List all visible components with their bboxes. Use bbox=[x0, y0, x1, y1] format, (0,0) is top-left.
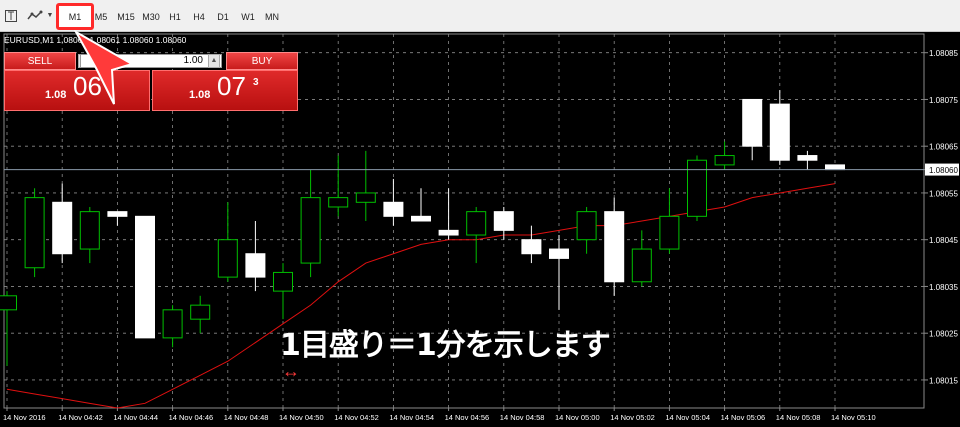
buy-button[interactable]: BUY bbox=[226, 52, 298, 70]
x-tick-label: 14 Nov 2016 bbox=[3, 413, 46, 422]
x-tick-label: 14 Nov 04:56 bbox=[445, 413, 490, 422]
candle-body bbox=[659, 215, 680, 250]
callout-pointer bbox=[74, 30, 134, 105]
candle-body bbox=[493, 211, 514, 231]
annotation-text: 1目盛り＝1分を示します bbox=[280, 328, 611, 363]
chart-toolbar: ▼ M1 M5 M15 M30 H1 H4 D1 W1 MN bbox=[0, 0, 960, 32]
candle-body bbox=[162, 309, 183, 339]
volume-up-icon[interactable]: ▲ bbox=[208, 54, 220, 68]
y-tick-label: 1.08075 bbox=[929, 96, 958, 105]
timeframe-m15[interactable]: M15 bbox=[114, 8, 138, 26]
y-tick-label: 1.08045 bbox=[929, 236, 958, 245]
candle-body bbox=[631, 248, 652, 283]
candle-body bbox=[521, 239, 542, 255]
candle-body bbox=[245, 253, 266, 278]
x-tick-label: 14 Nov 04:46 bbox=[169, 413, 214, 422]
y-tick-label: 1.08055 bbox=[929, 189, 958, 198]
candle-body bbox=[687, 159, 707, 217]
candle-body bbox=[576, 211, 597, 241]
indicators-icon[interactable] bbox=[27, 9, 45, 23]
candle-body bbox=[52, 201, 73, 255]
timeframe-m30[interactable]: M30 bbox=[139, 8, 163, 26]
x-tick-label: 14 Nov 04:50 bbox=[279, 413, 324, 422]
candle-body bbox=[24, 197, 45, 269]
y-tick-label: 1.08025 bbox=[929, 330, 958, 339]
buy-price-prefix: 1.08 bbox=[189, 89, 211, 101]
timeframe-mn[interactable]: MN bbox=[261, 8, 283, 26]
candle-body bbox=[466, 211, 487, 236]
x-tick-label: 14 Nov 04:48 bbox=[224, 413, 269, 422]
candle-body bbox=[300, 197, 321, 264]
x-tick-label: 14 Nov 05:04 bbox=[665, 413, 710, 422]
candle-body bbox=[107, 211, 128, 217]
candle-body bbox=[549, 248, 569, 259]
candle-body bbox=[742, 98, 763, 147]
timeframe-m5[interactable]: M5 bbox=[92, 8, 110, 26]
candle-body bbox=[0, 295, 17, 311]
candle-body bbox=[217, 239, 238, 278]
candle-body bbox=[438, 229, 459, 236]
buy-price-fraction: 3 bbox=[253, 77, 259, 88]
x-tick-label: 14 Nov 05:00 bbox=[555, 413, 600, 422]
x-tick-label: 14 Nov 05:06 bbox=[721, 413, 766, 422]
y-tick-label: 1.08060 bbox=[929, 166, 958, 175]
candle-body bbox=[135, 215, 155, 339]
x-tick-label: 14 Nov 05:10 bbox=[831, 413, 876, 422]
candle-body bbox=[825, 164, 845, 171]
buy-price-pips: 07 bbox=[217, 71, 246, 101]
one-minute-span-icon: ↔ bbox=[282, 361, 300, 381]
dropdown-icon[interactable]: ▼ bbox=[46, 9, 54, 23]
timeframe-w1[interactable]: W1 bbox=[237, 8, 259, 26]
candle-body bbox=[797, 155, 818, 161]
one-click-trading-panel: SELL ▼ 1.00 ▲ BUY 1.08 06 5 1.08 07 3 bbox=[4, 52, 298, 111]
timeframe-h4[interactable]: H4 bbox=[189, 8, 209, 26]
y-tick-label: 1.08085 bbox=[929, 49, 958, 58]
buy-price-box[interactable]: 1.08 07 3 bbox=[152, 70, 298, 111]
x-tick-label: 14 Nov 05:02 bbox=[610, 413, 655, 422]
candle-body bbox=[383, 201, 404, 217]
candle-body bbox=[355, 192, 376, 203]
y-tick-label: 1.08035 bbox=[929, 283, 958, 292]
candle-body bbox=[769, 103, 790, 161]
price-axis: 1.08085 1.08075 1.08065 1.08060 1.08055 1.080… bbox=[924, 49, 959, 385]
y-tick-label: 1.08065 bbox=[929, 143, 958, 152]
timeframe-m1[interactable]: M1 bbox=[62, 8, 88, 26]
x-tick-label: 14 Nov 04:44 bbox=[113, 413, 158, 422]
x-tick-label: 14 Nov 04:54 bbox=[389, 413, 434, 422]
time-axis: 14 Nov 2016 14 Nov 04:42 14 Nov 04:44 14 No… bbox=[3, 408, 876, 422]
timeframe-h1[interactable]: H1 bbox=[165, 8, 185, 26]
candle-body bbox=[714, 155, 735, 166]
x-tick-label: 14 Nov 05:08 bbox=[776, 413, 821, 422]
x-tick-label: 14 Nov 04:58 bbox=[500, 413, 545, 422]
sell-price-prefix: 1.08 bbox=[45, 89, 67, 101]
candle-body bbox=[328, 197, 349, 208]
candle-body bbox=[604, 211, 625, 283]
candle-body bbox=[79, 211, 100, 250]
crosshair-icon[interactable] bbox=[4, 9, 18, 23]
timeframe-d1[interactable]: D1 bbox=[213, 8, 233, 26]
candle-body bbox=[411, 215, 431, 222]
candle-body bbox=[273, 271, 293, 292]
sell-button[interactable]: SELL bbox=[4, 52, 76, 70]
x-tick-label: 14 Nov 04:52 bbox=[334, 413, 379, 422]
candle-body bbox=[190, 304, 211, 320]
x-tick-label: 14 Nov 04:42 bbox=[58, 413, 103, 422]
y-tick-label: 1.08015 bbox=[929, 376, 958, 385]
